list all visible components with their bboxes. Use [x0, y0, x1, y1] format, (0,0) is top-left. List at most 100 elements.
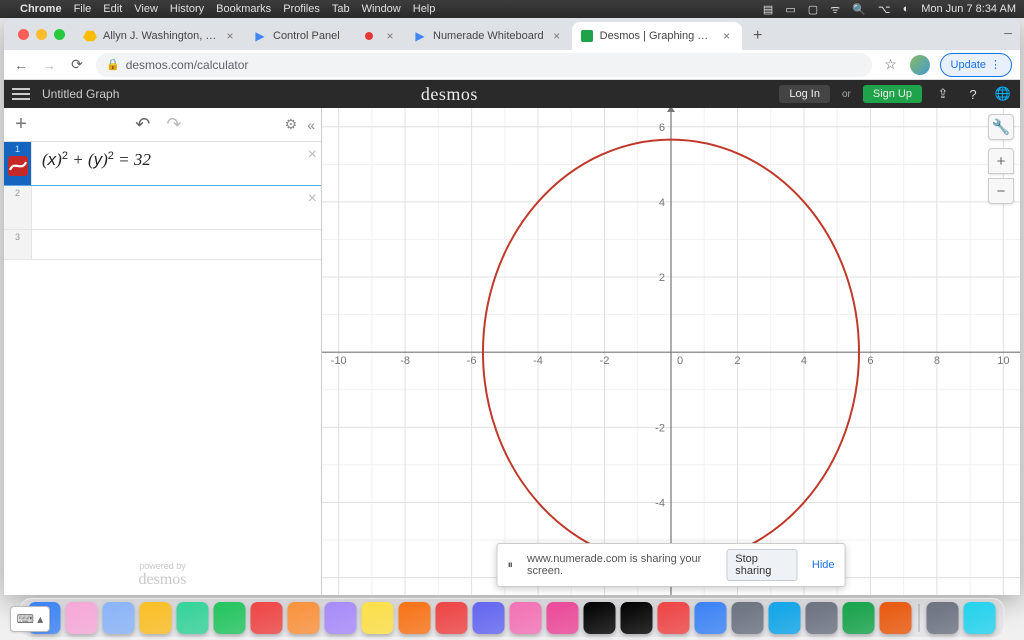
browser-tab[interactable]: ▶Control Panel× [245, 22, 405, 50]
spotlight-icon[interactable]: 🔍 [852, 3, 866, 16]
dock-app[interactable] [177, 602, 209, 634]
help-icon[interactable]: ? [964, 87, 982, 102]
menu-window[interactable]: Window [362, 3, 401, 15]
dock-app[interactable] [436, 602, 468, 634]
zoom-in-button[interactable]: + [988, 148, 1014, 174]
dock-app[interactable] [103, 602, 135, 634]
expression-row[interactable]: 3 [4, 230, 321, 260]
url-field[interactable]: 🔒 desmos.com/calculator [96, 53, 872, 77]
dock-app[interactable] [399, 602, 431, 634]
expression-settings-icon[interactable]: ⚙ [285, 116, 298, 133]
language-icon[interactable]: 🌐 [994, 86, 1012, 102]
dock-app[interactable] [658, 602, 690, 634]
curve-color-icon[interactable] [8, 156, 28, 176]
menu-profiles[interactable]: Profiles [283, 3, 320, 15]
keyboard-toggle[interactable]: ⌨ ▴ [10, 606, 50, 632]
delete-expression-icon[interactable]: × [308, 190, 317, 208]
dock-app[interactable] [769, 602, 801, 634]
dock-app[interactable] [880, 602, 912, 634]
menubar-app-name[interactable]: Chrome [20, 3, 62, 15]
dock-app[interactable] [547, 602, 579, 634]
share-icon[interactable]: ⇪ [934, 86, 952, 102]
expression-row[interactable]: 1 (x)2 + (y)2 = 32 × [4, 142, 321, 186]
add-expression-button[interactable]: + [10, 114, 32, 136]
url-text: desmos.com/calculator [126, 58, 249, 72]
dock-app[interactable] [288, 602, 320, 634]
dock-app[interactable] [66, 602, 98, 634]
reload-button[interactable]: ⟳ [68, 56, 86, 74]
svg-text:8: 8 [934, 355, 940, 367]
expression-input[interactable] [32, 230, 321, 259]
update-button[interactable]: Update⋮ [940, 53, 1012, 77]
pause-share-icon[interactable]: ⏸ [508, 559, 514, 572]
expression-row[interactable]: 2 × [4, 186, 321, 230]
svg-text:-2: -2 [655, 422, 665, 434]
dock-app[interactable] [473, 602, 505, 634]
dock-app[interactable] [695, 602, 727, 634]
menu-view[interactable]: View [134, 3, 158, 15]
browser-tab[interactable]: Allyn J. Washington, Richard S× [75, 22, 245, 50]
collapse-panel-icon[interactable]: « [307, 117, 315, 133]
hamburger-menu[interactable] [12, 88, 30, 100]
dock-app[interactable] [806, 602, 838, 634]
tray-icon[interactable]: ▭ [785, 3, 795, 16]
menu-edit[interactable]: Edit [103, 3, 122, 15]
dock-app[interactable] [964, 602, 996, 634]
undo-button[interactable]: ↶ [135, 114, 150, 135]
profile-avatar[interactable] [910, 55, 930, 75]
menu-history[interactable]: History [170, 3, 204, 15]
minimize-window[interactable] [36, 29, 47, 40]
menu-file[interactable]: File [74, 3, 92, 15]
redo-button[interactable]: ↷ [166, 114, 181, 135]
battery-icon[interactable]: ▢ [808, 3, 818, 16]
delete-expression-icon[interactable]: × [308, 146, 317, 164]
control-center-icon[interactable]: ⌥ [878, 3, 891, 16]
dock-app[interactable] [584, 602, 616, 634]
graph-canvas[interactable]: -10-8-6-4-20246810-6-4-2246 [322, 108, 1020, 595]
browser-tab[interactable]: ▶Numerade Whiteboard× [405, 22, 572, 50]
tray-icon[interactable]: ▤ [763, 3, 773, 16]
expression-input[interactable]: (x)2 + (y)2 = 32 [32, 142, 321, 185]
dock-app[interactable] [362, 602, 394, 634]
menu-bookmarks[interactable]: Bookmarks [216, 3, 271, 15]
close-tab-icon[interactable]: × [550, 29, 564, 43]
signup-button[interactable]: Sign Up [863, 85, 922, 103]
dock-app[interactable] [251, 602, 283, 634]
dock-app[interactable] [325, 602, 357, 634]
bookmark-star-icon[interactable]: ☆ [882, 56, 900, 73]
graph-area[interactable]: -10-8-6-4-20246810-6-4-2246 🔧 + − ⏸ www.… [322, 108, 1020, 595]
browser-tab[interactable]: Desmos | Graphing Calculator× [572, 22, 742, 50]
graph-title[interactable]: Untitled Graph [42, 87, 119, 101]
dock-app[interactable] [140, 602, 172, 634]
close-tab-icon[interactable]: × [383, 29, 397, 43]
dock-app[interactable] [927, 602, 959, 634]
wifi-icon[interactable]: ᯤ [830, 2, 840, 17]
desmos-logo: desmos [131, 84, 767, 105]
close-tab-icon[interactable]: × [223, 29, 237, 43]
new-tab-button[interactable]: + [746, 24, 770, 48]
fullscreen-window[interactable] [54, 29, 65, 40]
forward-button[interactable]: → [40, 56, 58, 74]
stop-sharing-button[interactable]: Stop sharing [726, 549, 798, 581]
powered-logo: desmos [139, 571, 187, 589]
menubar-clock[interactable]: Mon Jun 7 8:34 AM [921, 3, 1016, 15]
menu-help[interactable]: Help [413, 3, 436, 15]
zoom-out-button[interactable]: − [988, 178, 1014, 204]
menu-tab[interactable]: Tab [332, 3, 350, 15]
close-tab-icon[interactable]: × [720, 29, 734, 43]
dock-app[interactable] [843, 602, 875, 634]
graph-settings-icon[interactable]: 🔧 [988, 114, 1014, 140]
expression-toolbar: + ↶ ↷ ⚙ « [4, 108, 321, 142]
dock-app[interactable] [621, 602, 653, 634]
siri-icon[interactable]: ◐ [903, 3, 910, 15]
dock-app[interactable] [732, 602, 764, 634]
dock-app[interactable] [214, 602, 246, 634]
login-button[interactable]: Log In [779, 85, 830, 103]
collapse-window-icon[interactable]: – [1004, 24, 1012, 40]
expression-input[interactable] [32, 186, 321, 229]
dock-app[interactable] [510, 602, 542, 634]
or-label: or [842, 89, 851, 100]
back-button[interactable]: ← [12, 56, 30, 74]
close-window[interactable] [18, 29, 29, 40]
hide-banner-button[interactable]: Hide [812, 559, 835, 571]
